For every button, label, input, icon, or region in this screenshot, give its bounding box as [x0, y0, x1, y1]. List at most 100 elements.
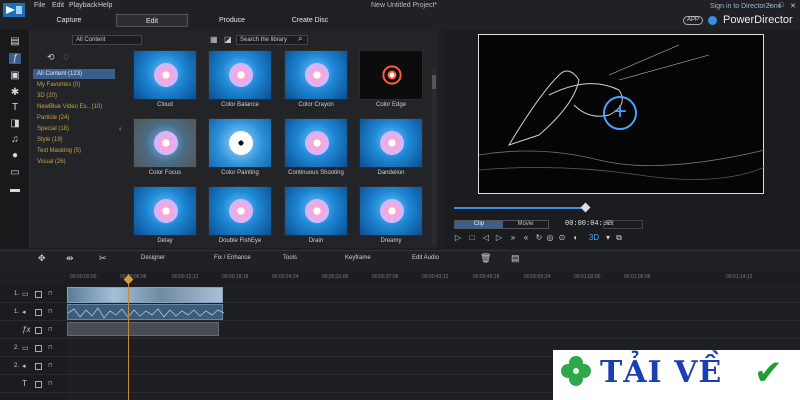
split-icon[interactable]: ✂ — [99, 253, 107, 264]
category-item[interactable]: Visual (26) — [33, 157, 115, 167]
edit-audio-button[interactable]: Edit Audio — [412, 255, 439, 261]
effect-thumbnail-color-edge[interactable] — [359, 50, 423, 100]
lock-icon[interactable]: ⊓ — [48, 344, 53, 351]
keyframe-button[interactable]: Keyframe — [345, 255, 371, 261]
effect-thumbnail-dandelion[interactable] — [359, 118, 423, 168]
clipboard-icon[interactable]: ▤ — [511, 253, 520, 264]
voiceover-room-icon[interactable]: ● — [9, 150, 21, 161]
previous-frame-icon[interactable]: ◁ — [481, 233, 491, 243]
track-enable-checkbox[interactable] — [35, 309, 42, 316]
maximize-icon[interactable]: □ — [779, 2, 783, 9]
effect-thumbnail-color-painting[interactable] — [208, 118, 272, 168]
effect-thumbnail-continuous-shooting[interactable] — [284, 118, 348, 168]
add-content-icon[interactable]: + — [603, 96, 637, 130]
track-enable-checkbox[interactable] — [35, 327, 42, 334]
audio-mixing-room-icon[interactable]: ♫ — [9, 134, 21, 145]
effect-label: Color Edge — [375, 102, 407, 108]
effect-thumbnail-double-fisheye[interactable] — [208, 186, 272, 236]
stop-icon[interactable]: □ — [467, 233, 477, 243]
move-icon[interactable]: ⇹ — [66, 253, 74, 264]
media-room-icon[interactable]: ▤ — [9, 36, 21, 47]
library-scrollbar-thumb[interactable] — [432, 75, 436, 89]
effect-thumbnail-drain[interactable] — [284, 186, 348, 236]
menu-edit[interactable]: Edit — [52, 2, 64, 9]
zoom-fit-dropdown[interactable]: Fit — [603, 220, 643, 229]
record-icon[interactable]: ⊙ — [557, 233, 567, 243]
app-badge[interactable]: APP — [683, 16, 703, 25]
effect-thumbnail-delay[interactable] — [133, 186, 197, 236]
lock-icon[interactable]: ⊓ — [48, 308, 53, 315]
chapter-room-icon[interactable]: ▭ — [9, 167, 21, 178]
tab-edit[interactable]: Edit — [116, 14, 188, 27]
video-clip[interactable] — [67, 287, 223, 303]
category-item[interactable]: Text Masking (5) — [33, 146, 115, 156]
category-item[interactable]: Particle (24) — [33, 113, 115, 123]
search-icon[interactable]: ⌕ — [298, 34, 302, 44]
more-options-icon[interactable]: ▾ — [603, 233, 613, 243]
close-icon[interactable]: ✕ — [790, 2, 796, 10]
minimize-icon[interactable]: – — [768, 2, 772, 9]
designer-button[interactable]: Designer — [141, 255, 165, 261]
lock-icon[interactable]: ⊓ — [48, 362, 53, 369]
title-room-icon[interactable]: T — [9, 102, 21, 113]
effect-thumbnail-dreamy[interactable] — [359, 186, 423, 236]
fast-forward-icon[interactable]: » — [508, 233, 518, 243]
lock-icon[interactable]: ⊓ — [48, 290, 53, 297]
content-filter-dropdown[interactable]: All Content — [72, 35, 142, 45]
tab-capture[interactable]: Capture — [43, 14, 95, 27]
import-effect-icon[interactable]: ⟲ — [47, 52, 55, 63]
lock-icon[interactable]: ⊓ — [48, 380, 53, 387]
category-item[interactable]: NewBlue Video Es.. (10) — [33, 102, 115, 112]
track-manager-icon[interactable]: ✥ — [38, 253, 46, 264]
thumbnail-size-icon[interactable]: ◪ — [224, 35, 232, 44]
favorite-icon[interactable]: ♢ — [62, 52, 70, 63]
category-item[interactable]: My Favorites (0) — [33, 80, 115, 90]
3d-mode-icon[interactable]: 3D — [588, 233, 600, 243]
track-enable-checkbox[interactable] — [35, 381, 42, 388]
preview-seekbar[interactable] — [454, 207, 586, 209]
category-item[interactable]: Special (18) — [33, 124, 115, 134]
volume-icon[interactable]: ◖ — [570, 233, 580, 243]
lock-icon[interactable]: ⊓ — [48, 326, 53, 333]
tab-produce[interactable]: Produce — [208, 14, 256, 27]
undock-preview-icon[interactable]: ⧉ — [614, 233, 624, 243]
rewind-icon[interactable]: « — [521, 233, 531, 243]
fx-room-icon[interactable]: ƒ — [9, 53, 21, 64]
loop-icon[interactable]: ↻ — [534, 233, 544, 243]
category-item[interactable]: Style (19) — [33, 135, 115, 145]
track-enable-checkbox[interactable] — [35, 345, 42, 352]
clip-mode-button[interactable]: Clip — [455, 221, 503, 228]
tab-create-disc[interactable]: Create Disc — [280, 14, 340, 27]
directorzone-icon[interactable] — [708, 16, 717, 25]
track-enable-checkbox[interactable] — [35, 291, 42, 298]
collapse-panel-icon[interactable]: ‹ — [119, 126, 121, 133]
category-item[interactable]: All Content (123) — [33, 69, 115, 79]
transition-room-icon[interactable]: ◨ — [9, 118, 21, 129]
effect-thumbnail-color-balance[interactable] — [208, 50, 272, 100]
effect-clip[interactable] — [67, 322, 219, 336]
delete-icon[interactable]: 🗑 — [480, 253, 491, 264]
ruler-tick: 00;00;18;18 — [222, 274, 249, 280]
effect-thumbnail-cloud[interactable] — [133, 50, 197, 100]
menu-help[interactable]: Help — [98, 2, 112, 9]
menu-file[interactable]: File — [34, 2, 45, 9]
timeline-playhead[interactable] — [128, 274, 129, 400]
particle-room-icon[interactable]: ✱ — [9, 87, 21, 98]
effect-thumbnail-color-crayon[interactable] — [284, 50, 348, 100]
snapshot-icon[interactable]: ◎ — [545, 233, 555, 243]
tools-button[interactable]: Tools — [283, 255, 297, 261]
next-frame-icon[interactable]: ▷ — [494, 233, 504, 243]
category-item[interactable]: 3D (20) — [33, 91, 115, 101]
fix-enhance-button[interactable]: Fix / Enhance — [214, 255, 251, 261]
menu-playback[interactable]: Playback — [69, 2, 97, 9]
grid-view-icon[interactable]: ▦ — [210, 35, 218, 44]
track-enable-checkbox[interactable] — [35, 363, 42, 370]
library-scrollbar[interactable] — [432, 70, 436, 246]
audio-clip[interactable] — [67, 304, 225, 320]
powerdirector-logo-icon — [3, 3, 25, 17]
play-icon[interactable]: ▷ — [453, 233, 463, 243]
subtitle-room-icon[interactable]: ▬ — [9, 184, 21, 195]
pip-room-icon[interactable]: ▣ — [9, 70, 21, 81]
movie-mode-button[interactable]: Movie — [503, 221, 548, 228]
effect-thumbnail-color-focus[interactable] — [133, 118, 197, 168]
